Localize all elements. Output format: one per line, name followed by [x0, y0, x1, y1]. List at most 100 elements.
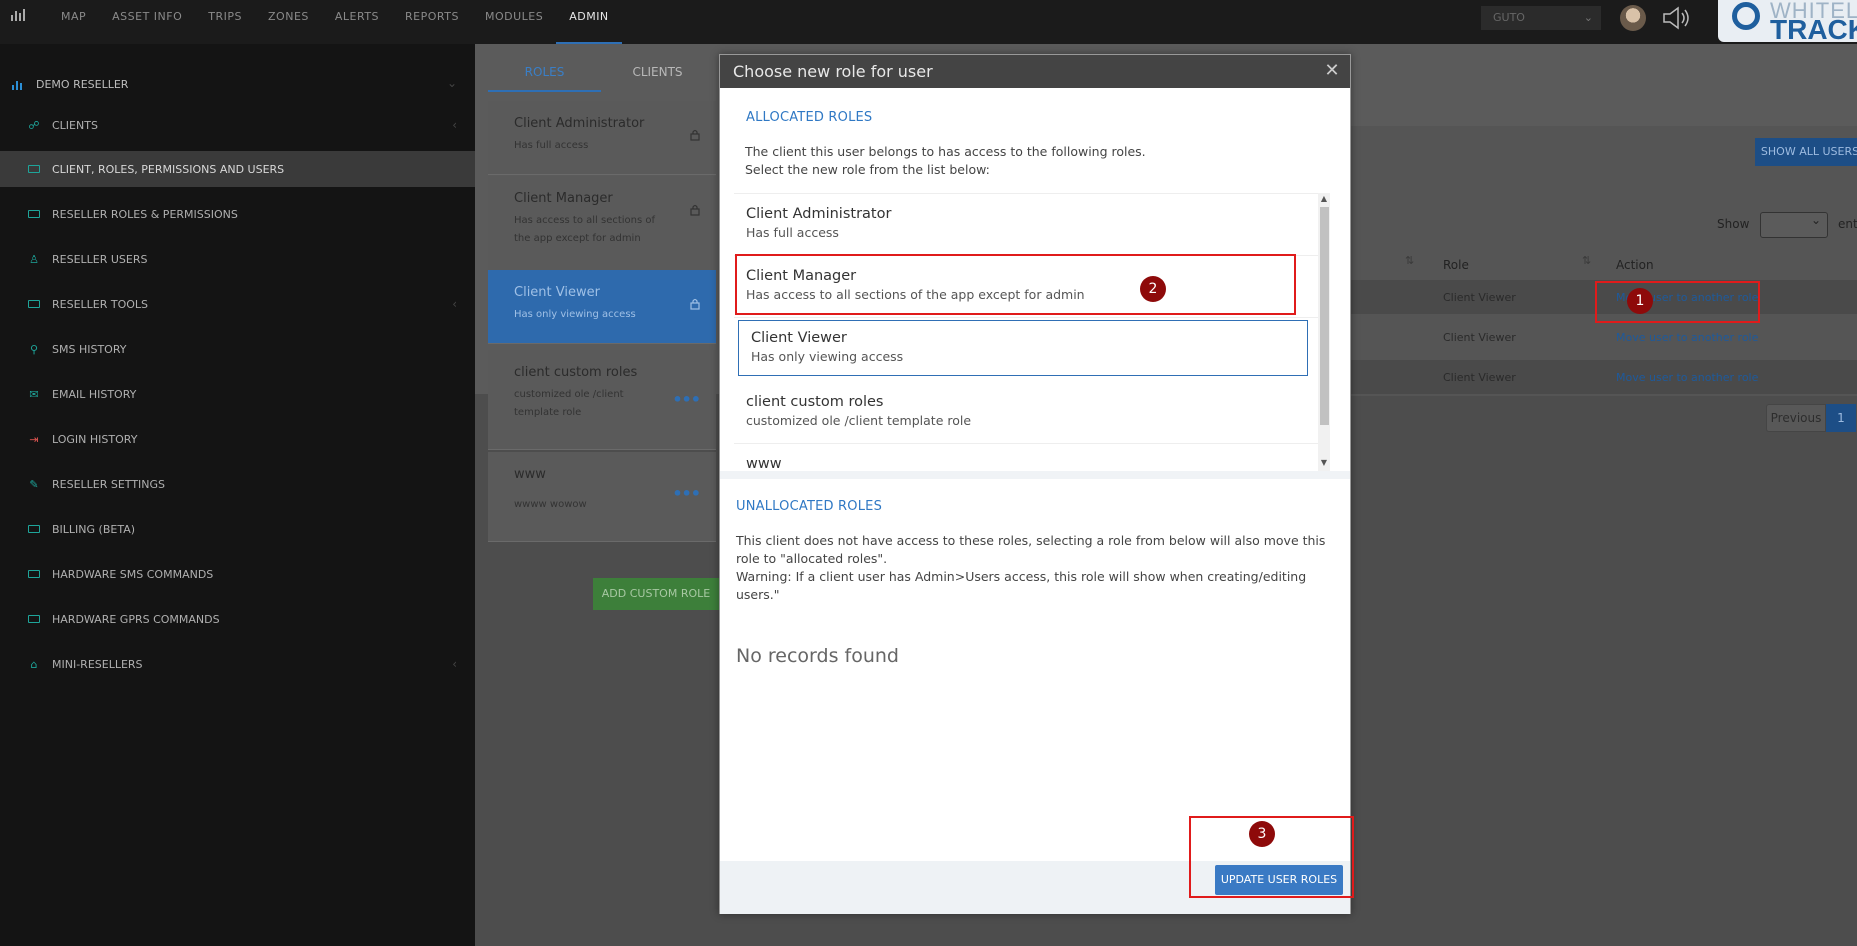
role-card-client-administrator[interactable]: Client Administrator Has full access	[488, 101, 716, 175]
show-label: Show	[1717, 217, 1750, 231]
chevron-left-icon: ‹	[452, 297, 457, 311]
nav-asset-info[interactable]: ASSET INFO	[99, 0, 195, 44]
sidebar-item-reseller-roles[interactable]: RESELLER ROLES & PERMISSIONS	[0, 196, 475, 232]
move-user-link[interactable]: Move user to another role	[1616, 331, 1758, 344]
role-desc: Has only viewing access	[514, 309, 636, 320]
role-option-name: client custom roles	[746, 394, 884, 410]
sidebar-item-reseller-tools[interactable]: RESELLER TOOLS ‹	[0, 286, 475, 322]
avatar[interactable]	[1620, 5, 1646, 31]
previous-page-button[interactable]: Previous	[1766, 404, 1826, 432]
mail-icon: ✉	[29, 387, 39, 401]
tab-clients[interactable]: CLIENTS	[601, 56, 714, 92]
list-item[interactable]: Client Administrator Has full access	[734, 194, 1318, 256]
sidebar-item-clients[interactable]: ☍ CLIENTS ‹	[0, 107, 475, 143]
scrollbar-thumb[interactable]	[1320, 207, 1329, 425]
sidebar-item-login-history[interactable]: ⇥ LOGIN HISTORY	[0, 421, 475, 457]
sidebar-item-reseller-settings[interactable]: ✎ RESELLER SETTINGS	[0, 466, 475, 502]
sidebar-header[interactable]: DEMO RESELLER	[12, 78, 128, 91]
sidebar-item-label: EMAIL HISTORY	[52, 387, 137, 401]
sidebar-item-client-roles[interactable]: CLIENT, ROLES, PERMISSIONS AND USERS	[0, 151, 475, 187]
role-name: Client Viewer	[514, 285, 600, 300]
unallocated-desc-3: Warning: If a client user has Admin>User…	[736, 569, 1307, 584]
add-custom-role-button[interactable]: ADD CUSTOM ROLE	[593, 578, 719, 610]
nav-modules[interactable]: MODULES	[472, 0, 556, 44]
allocated-roles-title: ALLOCATED ROLES	[746, 110, 873, 125]
entries-label: ent	[1838, 217, 1857, 231]
nav-admin[interactable]: ADMIN	[556, 0, 622, 44]
row-role: Client Viewer	[1443, 371, 1516, 384]
unallocated-desc-2: role to "allocated roles".	[736, 551, 888, 566]
sidebar-header-label: DEMO RESELLER	[36, 78, 129, 91]
role-option-desc: customized ole /client template role	[746, 413, 972, 428]
entries-select[interactable]	[1760, 212, 1828, 238]
nav-alerts[interactable]: ALERTS	[322, 0, 392, 44]
brand-logo: WHITELA TRACKI	[1718, 0, 1857, 42]
role-card-client-viewer[interactable]: Client Viewer Has only viewing access	[488, 270, 716, 344]
unallocated-desc-4: users."	[736, 587, 780, 602]
role-name: Client Manager	[514, 191, 613, 206]
lock-icon	[690, 204, 700, 216]
more-icon[interactable]: •••	[672, 484, 701, 503]
role-option-desc: Has full access	[746, 225, 839, 240]
nav-zones[interactable]: ZONES	[255, 0, 322, 44]
sidebar-item-billing[interactable]: BILLING (BETA)	[0, 511, 475, 547]
row-role: Client Viewer	[1443, 331, 1516, 344]
nav-trips[interactable]: TRIPS	[195, 0, 255, 44]
sort-icon[interactable]: ⇅	[1405, 254, 1414, 267]
modal-title: Choose new role for user	[720, 55, 1350, 88]
chevron-left-icon: ‹	[452, 657, 457, 671]
lock-icon	[690, 129, 700, 141]
search-icon: ⚲	[29, 342, 39, 356]
wrench-icon: ✎	[29, 477, 39, 491]
home-icon: ⌂	[30, 657, 38, 671]
role-card-client-custom-roles[interactable]: client custom roles customized ole /clie…	[488, 350, 716, 450]
sidebar-item-reseller-users[interactable]: ♙ RESELLER USERS	[0, 241, 475, 277]
tabs: ROLES CLIENTS	[488, 56, 714, 92]
close-icon[interactable]: ✕	[1322, 61, 1342, 81]
show-all-users-button[interactable]: SHOW ALL USERS	[1755, 138, 1857, 166]
role-option-name: www	[746, 456, 782, 471]
list-item[interactable]: client custom roles customized ole /clie…	[734, 382, 1318, 444]
sidebar-item-label: RESELLER USERS	[52, 252, 148, 266]
scroll-up-icon[interactable]: ▲	[1318, 193, 1330, 205]
section-divider	[720, 471, 1350, 479]
row-role: Client Viewer	[1443, 291, 1516, 304]
sidebar-item-label: LOGIN HISTORY	[52, 432, 138, 446]
sidebar-item-label: BILLING (BETA)	[52, 522, 136, 536]
role-card-client-manager[interactable]: Client Manager Has access to all section…	[488, 176, 716, 272]
sidebar-item-sms-history[interactable]: ⚲ SMS HISTORY	[0, 331, 475, 367]
allocated-roles-list: Client Administrator Has full access Cli…	[734, 193, 1330, 471]
sidebar-item-hardware-gprs[interactable]: HARDWARE GPRS COMMANDS	[0, 601, 475, 637]
nav-reports[interactable]: REPORTS	[392, 0, 472, 44]
page-1-button[interactable]: 1	[1826, 404, 1856, 432]
nav-map[interactable]: MAP	[48, 0, 99, 44]
sort-icon[interactable]: ⇅	[1582, 254, 1591, 267]
speaker-icon[interactable]	[1660, 5, 1694, 31]
annotation-badge-2: 2	[1140, 276, 1166, 302]
user-select[interactable]: GUTO ⌄	[1481, 6, 1601, 30]
chevron-down-icon[interactable]: ⌄	[447, 76, 457, 90]
scroll-down-icon[interactable]: ▼	[1318, 457, 1330, 469]
annotation-box-2	[735, 254, 1296, 315]
list-item-selected[interactable]: Client Viewer Has only viewing access	[738, 320, 1308, 376]
card-icon	[28, 615, 40, 623]
lock-icon	[690, 298, 700, 310]
move-user-link[interactable]: Move user to another role	[1616, 371, 1758, 384]
sidebar-item-hardware-sms[interactable]: HARDWARE SMS COMMANDS	[0, 556, 475, 592]
sidebar-item-email-history[interactable]: ✉ EMAIL HISTORY	[0, 376, 475, 412]
sidebar-item-label: RESELLER SETTINGS	[52, 477, 166, 491]
th-role[interactable]: Role	[1443, 258, 1469, 272]
role-option-name: Client Administrator	[746, 206, 892, 222]
card-icon	[28, 165, 40, 173]
top-bar: MAP ASSET INFO TRIPS ZONES ALERTS REPORT…	[0, 0, 1857, 44]
role-card-www[interactable]: www wwww wowow •••	[488, 452, 716, 542]
user-select-value: GUTO	[1493, 11, 1525, 24]
list-item[interactable]: www	[734, 444, 1318, 471]
users-icon: ☍	[28, 118, 40, 132]
more-icon[interactable]: •••	[672, 390, 701, 409]
sidebar-item-label: MINI-RESELLERS	[52, 657, 143, 671]
chart-logo-icon[interactable]	[11, 9, 25, 21]
sidebar-item-mini-resellers[interactable]: ⌂ MINI-RESELLERS ‹	[0, 646, 475, 682]
annotation-box-1	[1595, 281, 1760, 323]
tab-roles[interactable]: ROLES	[488, 56, 601, 92]
